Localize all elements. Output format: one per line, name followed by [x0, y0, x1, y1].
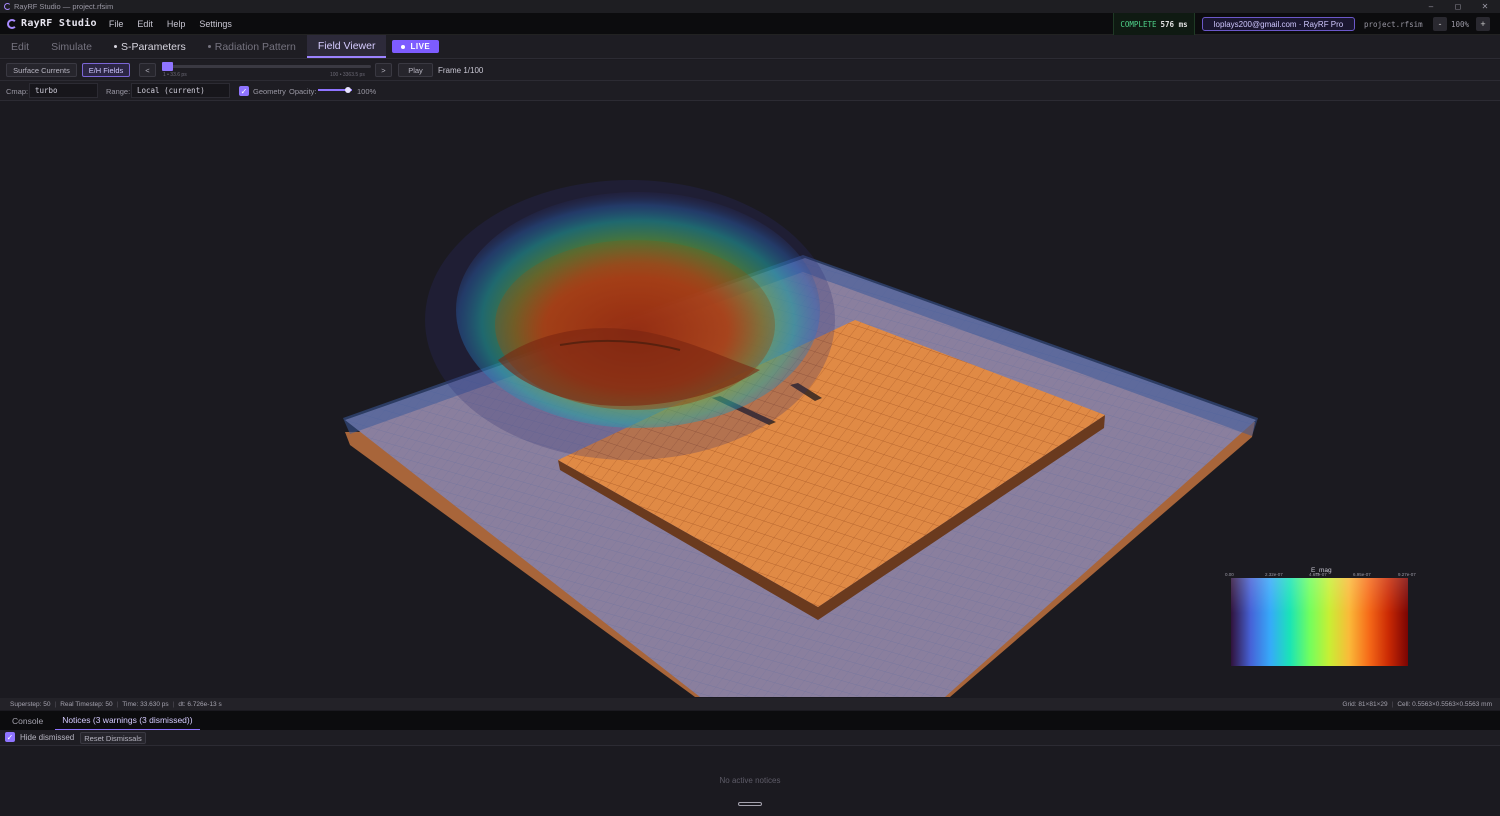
checkmark-icon: ✓: [240, 86, 248, 96]
bottom-panel-tabs: Console Notices (3 warnings (3 dismissed…: [0, 711, 1500, 730]
reset-dismissals-button[interactable]: Reset Dismissals: [80, 732, 146, 744]
run-status-label: COMPLETE: [1120, 19, 1157, 29]
colorbar-tick: 2.32e-07: [1265, 572, 1283, 577]
live-badge: LIVE: [392, 40, 440, 53]
eh-fields-button[interactable]: E/H Fields: [82, 63, 130, 77]
status-separator: |: [1391, 700, 1394, 708]
frame-slider-track[interactable]: [162, 65, 371, 68]
status-separator: |: [54, 700, 57, 708]
status-time: Time: 33.630 ps: [122, 700, 169, 708]
minimize-button[interactable]: –: [1417, 0, 1445, 13]
run-status-badge: COMPLETE 576 ms: [1113, 13, 1195, 35]
tab-radiation-pattern-label: Radiation Pattern: [214, 40, 296, 53]
brand: RayRF Studio: [7, 18, 97, 29]
frame-slider-max-label: 100 • 3363.5 ps: [330, 72, 365, 78]
brand-name: RayRF Studio: [21, 18, 97, 29]
tab-status-dot-icon: [113, 45, 117, 48]
tab-edit-label: Edit: [11, 40, 30, 53]
os-title-bar: RayRF Studio — project.rfsim: [0, 0, 1500, 13]
project-filename: project.rfsim: [1364, 19, 1423, 29]
tab-simulate[interactable]: Simulate: [40, 35, 103, 58]
account-button[interactable]: loplays200@gmail.com · RayRF Pro: [1202, 17, 1355, 31]
notices-toolbar: [0, 730, 1500, 746]
menu-edit[interactable]: Edit: [137, 19, 153, 29]
opacity-value: 100%: [357, 87, 377, 96]
next-frame-button[interactable]: >: [375, 63, 392, 77]
status-grid: Grid: 81×81×29: [1342, 700, 1388, 708]
range-label: Range:: [106, 87, 131, 96]
tab-s-parameters[interactable]: S-Parameters: [103, 35, 197, 58]
geometry-label: Geometry: [253, 87, 286, 96]
checkmark-icon: ✓: [6, 732, 14, 742]
prev-frame-button[interactable]: <: [139, 63, 156, 77]
live-badge-label: LIVE: [410, 42, 431, 51]
hide-dismissed-label: Hide dismissed: [20, 733, 75, 742]
tab-console[interactable]: Console: [5, 711, 50, 730]
live-dot-icon: [401, 44, 406, 49]
hide-dismissed-checkbox[interactable]: ✓: [5, 732, 15, 742]
opacity-slider-thumb[interactable]: [345, 87, 351, 93]
status-separator: |: [116, 700, 119, 708]
panel-resize-handle[interactable]: [738, 802, 762, 806]
app-logo-icon: [4, 3, 11, 10]
tab-field-viewer-label: Field Viewer: [317, 39, 376, 52]
colorbar-shade: [1231, 578, 1408, 666]
menu-bar: RayRF Studio File Edit Help Settings COM…: [0, 13, 1500, 35]
status-right: Grid: 81×81×29 | Cell: 0.5563×0.5563×0.5…: [1342, 698, 1492, 710]
playback-toolbar: [0, 60, 1500, 81]
frame-counter: Frame 1/100: [438, 66, 484, 75]
tab-radiation-pattern[interactable]: Radiation Pattern: [197, 35, 307, 58]
status-real-timestep: Real Timestep: 50: [60, 700, 113, 708]
cmap-select[interactable]: turbo: [29, 83, 98, 98]
tab-s-parameters-label: S-Parameters: [120, 40, 186, 53]
close-button[interactable]: ✕: [1471, 0, 1499, 13]
zoom-in-button[interactable]: +: [1476, 17, 1490, 31]
colorbar-tick: 9.27e-07: [1398, 572, 1416, 577]
window-title: RayRF Studio — project.rfsim: [14, 2, 114, 11]
notices-empty-state: No active notices: [719, 776, 781, 785]
status-bar: Superstep: 50 | Real Timestep: 50 | Time…: [0, 698, 1500, 710]
menu-help[interactable]: Help: [167, 19, 186, 29]
maximize-button[interactable]: ◻: [1444, 0, 1472, 13]
main-tabs: Edit Simulate S-Parameters Radiation Pat…: [0, 35, 1500, 59]
frame-slider-min-label: 1 • 33.6 ps: [163, 72, 187, 78]
tab-status-dot-icon: [207, 45, 211, 48]
menu-settings[interactable]: Settings: [199, 19, 232, 29]
frame-slider-thumb[interactable]: [162, 62, 173, 71]
cmap-label: Cmap:: [6, 87, 29, 96]
colorbar-tick: 0.00: [1225, 572, 1234, 577]
range-select[interactable]: Local (current): [131, 83, 230, 98]
zoom-out-button[interactable]: -: [1433, 17, 1447, 31]
status-superstep: Superstep: 50: [10, 700, 51, 708]
colorbar-tick: 4.64e-07: [1309, 572, 1327, 577]
tab-simulate-label: Simulate: [51, 40, 92, 53]
status-separator: |: [172, 700, 175, 708]
tab-field-viewer[interactable]: Field Viewer: [306, 35, 387, 58]
zoom-level: 100%: [1451, 19, 1470, 29]
opacity-label: Opacity:: [289, 87, 317, 96]
status-cell: Cell: 0.5563×0.5563×0.5563 mm: [1397, 700, 1492, 708]
status-dt: dt: 6.726e-13 s: [178, 700, 222, 708]
tab-notices[interactable]: Notices (3 warnings (3 dismissed)): [55, 711, 200, 730]
surface-currents-button[interactable]: Surface Currents: [6, 63, 77, 77]
menu-file[interactable]: File: [109, 19, 124, 29]
geometry-checkbox[interactable]: ✓: [239, 86, 249, 96]
colorbar-tick: 6.95e-07: [1353, 572, 1371, 577]
run-status-time: 576 ms: [1160, 19, 1188, 29]
tab-edit[interactable]: Edit: [0, 35, 40, 58]
rayrf-logo-icon: [7, 18, 17, 29]
play-button[interactable]: Play: [398, 63, 433, 77]
